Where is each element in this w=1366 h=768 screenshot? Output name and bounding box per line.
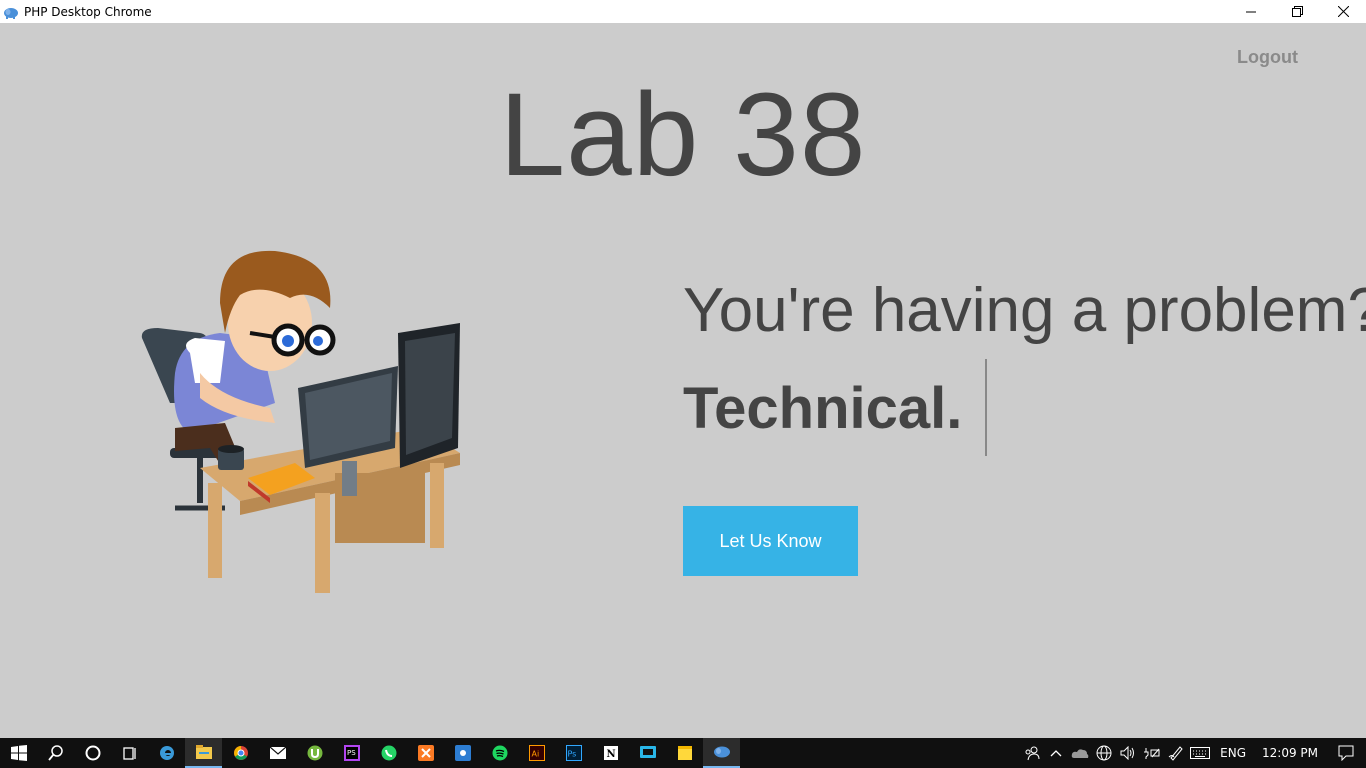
battery-icon <box>1144 748 1160 759</box>
close-icon <box>1337 6 1349 17</box>
search-icon <box>47 745 63 761</box>
people-button[interactable] <box>1020 738 1044 768</box>
taskbar-photoshop[interactable]: Ps <box>555 738 592 768</box>
taskbar-chrome[interactable] <box>222 738 259 768</box>
taskbar-xampp[interactable] <box>407 738 444 768</box>
svg-text:N: N <box>606 749 615 760</box>
network-icon <box>1096 745 1112 761</box>
onedrive-button[interactable] <box>1068 738 1092 768</box>
typing-caret <box>985 359 987 456</box>
php-desktop-icon <box>713 746 730 758</box>
taskbar-edge[interactable] <box>148 738 185 768</box>
svg-text:PS: PS <box>347 749 356 757</box>
network-button[interactable] <box>1092 738 1116 768</box>
notification-icon <box>1338 745 1354 761</box>
taskbar-spotify[interactable] <box>481 738 518 768</box>
taskbar-utorrent[interactable] <box>296 738 333 768</box>
illustrator-icon: Ai <box>528 745 545 761</box>
page-content: Logout Lab 38 You're having a problem? T… <box>0 23 1366 738</box>
restore-icon <box>1291 6 1303 17</box>
problem-question: You're having a problem? <box>683 276 1366 345</box>
restore-button[interactable] <box>1274 0 1320 23</box>
touch-keyboard-button[interactable] <box>1188 738 1212 768</box>
onedrive-icon <box>1071 749 1089 758</box>
taskbar-notion[interactable]: N <box>592 738 629 768</box>
keyboard-icon <box>1190 747 1211 759</box>
spotify-icon <box>492 745 507 761</box>
mail-icon <box>269 747 286 759</box>
window-title: PHP Desktop Chrome <box>24 4 152 19</box>
typed-problem-type: Technical. <box>683 376 963 441</box>
php-elephant-icon <box>4 7 18 19</box>
language-indicator[interactable]: ENG <box>1212 746 1254 760</box>
chevron-up-icon <box>1050 750 1062 757</box>
developer-at-desk-illustration <box>141 250 460 593</box>
taskbar-sticky-notes[interactable] <box>666 738 703 768</box>
taskbar-app[interactable] <box>444 738 481 768</box>
window-titlebar: PHP Desktop Chrome <box>0 0 1366 23</box>
app-icon <box>454 745 471 761</box>
battery-button[interactable] <box>1140 738 1164 768</box>
system-tray: ENG 12:09 PM <box>1020 738 1366 768</box>
cortana-button[interactable] <box>74 738 111 768</box>
show-hidden-icons-button[interactable] <box>1044 738 1068 768</box>
notion-icon: N <box>603 746 618 760</box>
start-icon <box>10 745 27 761</box>
minimize-button[interactable] <box>1228 0 1274 23</box>
sticky-notes-icon <box>677 746 692 760</box>
taskbar-php-desktop[interactable] <box>703 738 740 768</box>
pen-icon <box>1168 746 1183 761</box>
page-title: Lab 38 <box>499 69 867 201</box>
let-us-know-button[interactable]: Let Us Know <box>683 506 858 576</box>
taskbar-file-explorer[interactable] <box>185 738 222 768</box>
phpstorm-icon: PS <box>343 745 360 761</box>
close-button[interactable] <box>1320 0 1366 23</box>
volume-icon <box>1120 746 1135 760</box>
clock[interactable]: 12:09 PM <box>1254 746 1326 760</box>
whatsapp-icon <box>381 745 396 761</box>
taskbar: PS Ai Ps N ENG 12:09 PM <box>0 738 1366 768</box>
people-icon <box>1025 746 1040 761</box>
action-center-button[interactable] <box>1326 738 1366 768</box>
task-view-button[interactable] <box>111 738 148 768</box>
chrome-icon <box>233 746 248 760</box>
photoshop-icon: Ps <box>565 745 582 761</box>
edge-icon <box>159 746 174 760</box>
cortana-icon <box>85 745 100 761</box>
task-view-icon <box>122 747 136 760</box>
svg-text:Ai: Ai <box>531 750 539 759</box>
svg-text:Ps: Ps <box>567 750 576 759</box>
logout-link[interactable]: Logout <box>1237 47 1298 68</box>
utorrent-icon <box>307 745 322 761</box>
xampp-icon <box>417 745 434 761</box>
taskbar-cast[interactable] <box>629 738 666 768</box>
start-button[interactable] <box>0 738 37 768</box>
volume-button[interactable] <box>1116 738 1140 768</box>
search-button[interactable] <box>37 738 74 768</box>
taskbar-illustrator[interactable]: Ai <box>518 738 555 768</box>
pen-workspace-button[interactable] <box>1164 738 1188 768</box>
taskbar-whatsapp[interactable] <box>370 738 407 768</box>
minimize-icon <box>1246 11 1256 12</box>
taskbar-phpstorm[interactable]: PS <box>333 738 370 768</box>
taskbar-mail[interactable] <box>259 738 296 768</box>
file-explorer-icon <box>195 745 212 759</box>
cast-icon <box>639 746 656 758</box>
